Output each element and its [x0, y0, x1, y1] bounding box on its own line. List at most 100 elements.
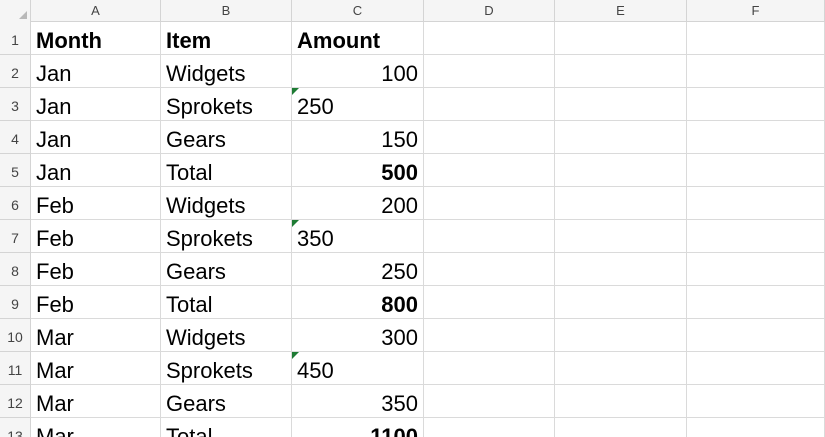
cell-month[interactable]: Feb [31, 187, 161, 220]
empty-cell[interactable] [555, 253, 687, 286]
empty-cell[interactable] [555, 55, 687, 88]
cell-month[interactable]: Mar [31, 418, 161, 437]
empty-cell[interactable] [555, 418, 687, 437]
empty-cell[interactable] [424, 319, 555, 352]
empty-cell[interactable] [424, 121, 555, 154]
row-header[interactable]: 6 [0, 187, 30, 220]
cell-item[interactable]: Total [161, 286, 292, 319]
empty-cell[interactable] [687, 253, 825, 286]
cell-item[interactable]: Widgets [161, 55, 292, 88]
empty-cell[interactable] [424, 88, 555, 121]
select-all-corner[interactable] [0, 0, 31, 22]
cell-amount[interactable]: 250 [292, 253, 424, 286]
cell-item[interactable]: Total [161, 418, 292, 437]
cell-header-item[interactable]: Item [161, 22, 292, 55]
cell-month[interactable]: Jan [31, 55, 161, 88]
empty-cell[interactable] [424, 55, 555, 88]
cell-item[interactable]: Sprokets [161, 88, 292, 121]
column-header-a[interactable]: A [31, 0, 161, 22]
empty-cell[interactable] [687, 220, 825, 253]
empty-cell[interactable] [555, 22, 687, 55]
cell-item[interactable]: Sprokets [161, 352, 292, 385]
row-header[interactable]: 11 [0, 352, 30, 385]
empty-cell[interactable] [555, 187, 687, 220]
empty-cell[interactable] [555, 88, 687, 121]
row-header[interactable]: 2 [0, 55, 30, 88]
empty-cell[interactable] [687, 352, 825, 385]
empty-cell[interactable] [424, 154, 555, 187]
cell-amount-total[interactable]: 1100 [292, 418, 424, 437]
empty-cell[interactable] [687, 286, 825, 319]
empty-cell[interactable] [424, 253, 555, 286]
cell-item[interactable]: Widgets [161, 187, 292, 220]
cell-item[interactable]: Gears [161, 121, 292, 154]
column-header-bar: A B C D E F [0, 0, 825, 22]
cell-month[interactable]: Jan [31, 88, 161, 121]
table-row: Mar Widgets 300 [31, 319, 825, 352]
cell-item[interactable]: Widgets [161, 319, 292, 352]
cell-amount[interactable]: 100 [292, 55, 424, 88]
empty-cell[interactable] [555, 220, 687, 253]
row-header[interactable]: 10 [0, 319, 30, 352]
cell-amount-text-number[interactable]: 450 [292, 352, 424, 385]
empty-cell[interactable] [687, 121, 825, 154]
row-header[interactable]: 9 [0, 286, 30, 319]
row-header[interactable]: 1 [0, 22, 30, 55]
empty-cell[interactable] [687, 187, 825, 220]
empty-cell[interactable] [424, 286, 555, 319]
cell-header-month[interactable]: Month [31, 22, 161, 55]
cell-amount-total[interactable]: 500 [292, 154, 424, 187]
column-header-e[interactable]: E [555, 0, 687, 22]
row-header[interactable]: 7 [0, 220, 30, 253]
row-header[interactable]: 5 [0, 154, 30, 187]
empty-cell[interactable] [555, 154, 687, 187]
row-header[interactable]: 8 [0, 253, 30, 286]
empty-cell[interactable] [424, 385, 555, 418]
cell-header-amount[interactable]: Amount [292, 22, 424, 55]
cell-month[interactable]: Feb [31, 286, 161, 319]
empty-cell[interactable] [555, 286, 687, 319]
cell-amount[interactable]: 350 [292, 385, 424, 418]
cell-month[interactable]: Mar [31, 319, 161, 352]
empty-cell[interactable] [687, 418, 825, 437]
cell-amount-total[interactable]: 800 [292, 286, 424, 319]
empty-cell[interactable] [424, 418, 555, 437]
cell-month[interactable]: Mar [31, 385, 161, 418]
empty-cell[interactable] [555, 319, 687, 352]
empty-cell[interactable] [555, 385, 687, 418]
empty-cell[interactable] [687, 22, 825, 55]
column-header-c[interactable]: C [292, 0, 424, 22]
cell-month[interactable]: Jan [31, 154, 161, 187]
empty-cell[interactable] [424, 187, 555, 220]
cell-item[interactable]: Total [161, 154, 292, 187]
cell-month[interactable]: Feb [31, 253, 161, 286]
empty-cell[interactable] [555, 352, 687, 385]
column-header-f[interactable]: F [687, 0, 825, 22]
column-header-d[interactable]: D [424, 0, 555, 22]
empty-cell[interactable] [687, 88, 825, 121]
empty-cell[interactable] [555, 121, 687, 154]
cell-amount[interactable]: 200 [292, 187, 424, 220]
cell-month[interactable]: Feb [31, 220, 161, 253]
row-header[interactable]: 3 [0, 88, 30, 121]
cell-item[interactable]: Sprokets [161, 220, 292, 253]
cell-month[interactable]: Mar [31, 352, 161, 385]
cell-amount-text-number[interactable]: 350 [292, 220, 424, 253]
cell-month[interactable]: Jan [31, 121, 161, 154]
cell-item[interactable]: Gears [161, 253, 292, 286]
empty-cell[interactable] [687, 319, 825, 352]
cell-amount[interactable]: 300 [292, 319, 424, 352]
empty-cell[interactable] [424, 352, 555, 385]
row-header[interactable]: 13 [0, 418, 30, 437]
column-header-b[interactable]: B [161, 0, 292, 22]
empty-cell[interactable] [687, 154, 825, 187]
empty-cell[interactable] [687, 55, 825, 88]
empty-cell[interactable] [424, 220, 555, 253]
cell-amount-text-number[interactable]: 250 [292, 88, 424, 121]
row-header[interactable]: 4 [0, 121, 30, 154]
empty-cell[interactable] [424, 22, 555, 55]
cell-item[interactable]: Gears [161, 385, 292, 418]
empty-cell[interactable] [687, 385, 825, 418]
cell-amount[interactable]: 150 [292, 121, 424, 154]
row-header[interactable]: 12 [0, 385, 30, 418]
